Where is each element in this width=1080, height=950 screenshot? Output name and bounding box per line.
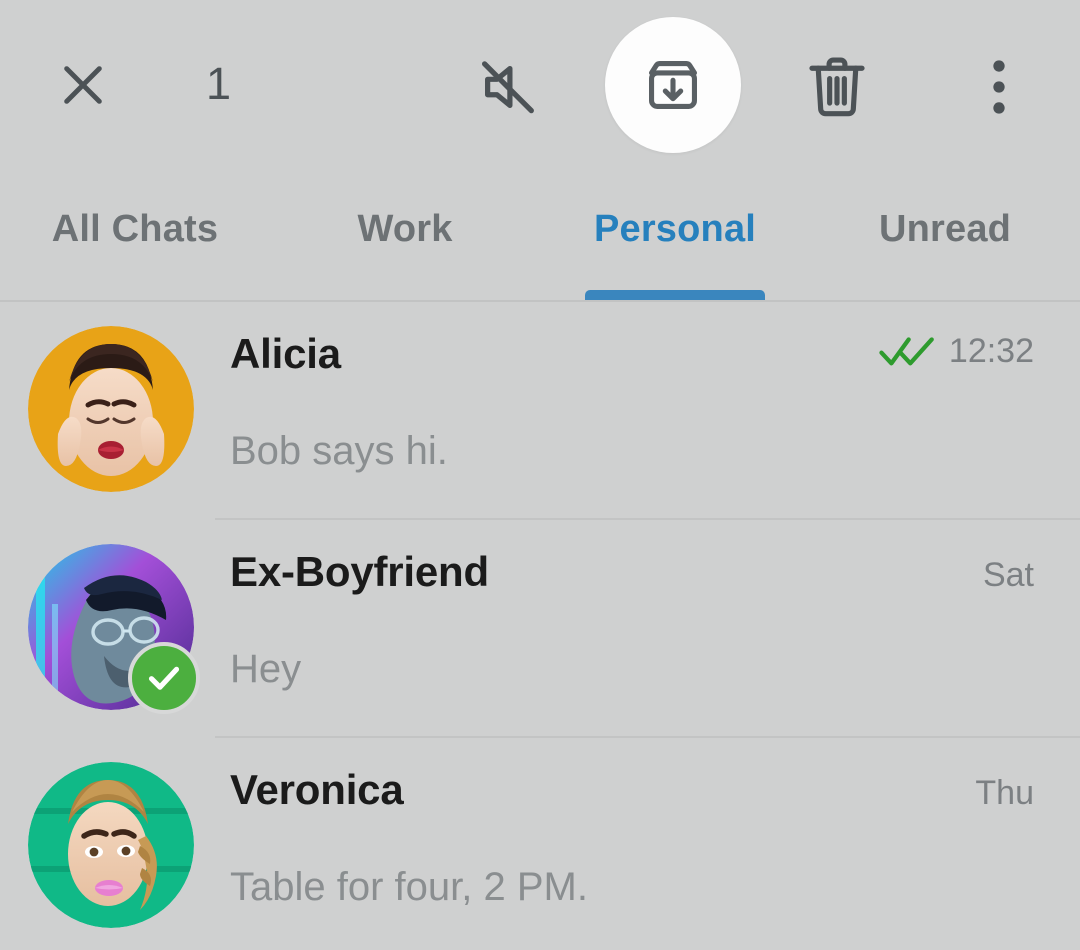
chat-row-meta: 12:32: [879, 325, 1034, 373]
close-icon: [64, 66, 102, 104]
chat-list-item-alicia[interactable]: Alicia 12:32 Bob says hi.: [0, 302, 1080, 520]
chat-filter-tabs: All Chats Work Personal Unread: [0, 172, 1080, 300]
tab-label: Work: [357, 208, 453, 250]
selection-checkmark-badge: [128, 642, 200, 714]
chat-name: Ex-Boyfriend: [230, 548, 489, 595]
chat-row-header: Veronica Thu: [230, 760, 1034, 838]
avatar-image-veronica: [28, 762, 194, 928]
trash-icon: [809, 57, 865, 117]
avatar-wrapper: [28, 762, 194, 928]
delete-button[interactable]: [800, 52, 874, 122]
more-vertical-icon: [993, 60, 1005, 114]
chat-row-header: Ex-Boyfriend Sat: [230, 542, 1034, 620]
tab-work[interactable]: Work: [270, 172, 540, 300]
chat-list-item-veronica[interactable]: Veronica Thu Table for four, 2 PM.: [0, 738, 1080, 950]
check-icon: [148, 666, 180, 690]
double-check-icon: [879, 334, 935, 368]
chat-name: Veronica: [230, 766, 404, 813]
chat-list: Alicia 12:32 Bob says hi. Ex-Boyfriend S…: [0, 302, 1080, 950]
tab-label: Personal: [593, 208, 757, 250]
avatar-image-alicia: [28, 326, 194, 492]
tab-unread[interactable]: Unread: [810, 172, 1080, 300]
archive-button[interactable]: [605, 17, 741, 153]
chat-row-meta: Sat: [983, 549, 1034, 597]
chat-preview-text: Table for four, 2 PM.: [230, 865, 588, 909]
mute-button[interactable]: [472, 52, 550, 122]
avatar[interactable]: [28, 326, 194, 492]
avatar-wrapper: [28, 544, 200, 714]
mute-bell-off-icon: [481, 61, 534, 114]
selection-count: 1: [206, 58, 232, 109]
chat-list-screen: 1 All Chats Work Personal Unread Alicia …: [0, 0, 1080, 950]
chat-timestamp: Thu: [975, 774, 1034, 812]
chat-row-header: Alicia 12:32: [230, 324, 1034, 402]
chat-list-item-ex-boyfriend[interactable]: Ex-Boyfriend Sat Hey: [0, 520, 1080, 738]
chat-row-content: Ex-Boyfriend Sat Hey: [230, 542, 1034, 738]
chat-row-content: Veronica Thu Table for four, 2 PM.: [230, 760, 1034, 950]
avatar-wrapper: [28, 326, 194, 492]
archive-box-down-arrow-icon: [649, 61, 697, 109]
tab-active-indicator: [585, 290, 765, 300]
chat-preview-text: Hey: [230, 647, 302, 691]
chat-name: Alicia: [230, 330, 341, 377]
chat-preview-text: Bob says hi.: [230, 429, 448, 473]
selection-action-bar: 1: [0, 0, 1080, 172]
tab-personal[interactable]: Personal: [540, 172, 810, 300]
tab-all-chats[interactable]: All Chats: [0, 172, 270, 300]
chat-timestamp: Sat: [982, 556, 1034, 594]
chat-row-meta: Thu: [975, 767, 1034, 815]
tab-label: Unread: [878, 208, 1012, 250]
more-options-button[interactable]: [968, 50, 1030, 124]
tab-label: All Chats: [51, 208, 219, 250]
close-selection-button[interactable]: [52, 54, 114, 116]
chat-row-content: Alicia 12:32 Bob says hi.: [230, 324, 1034, 520]
avatar[interactable]: [28, 762, 194, 928]
chat-timestamp: 12:32: [948, 332, 1034, 370]
